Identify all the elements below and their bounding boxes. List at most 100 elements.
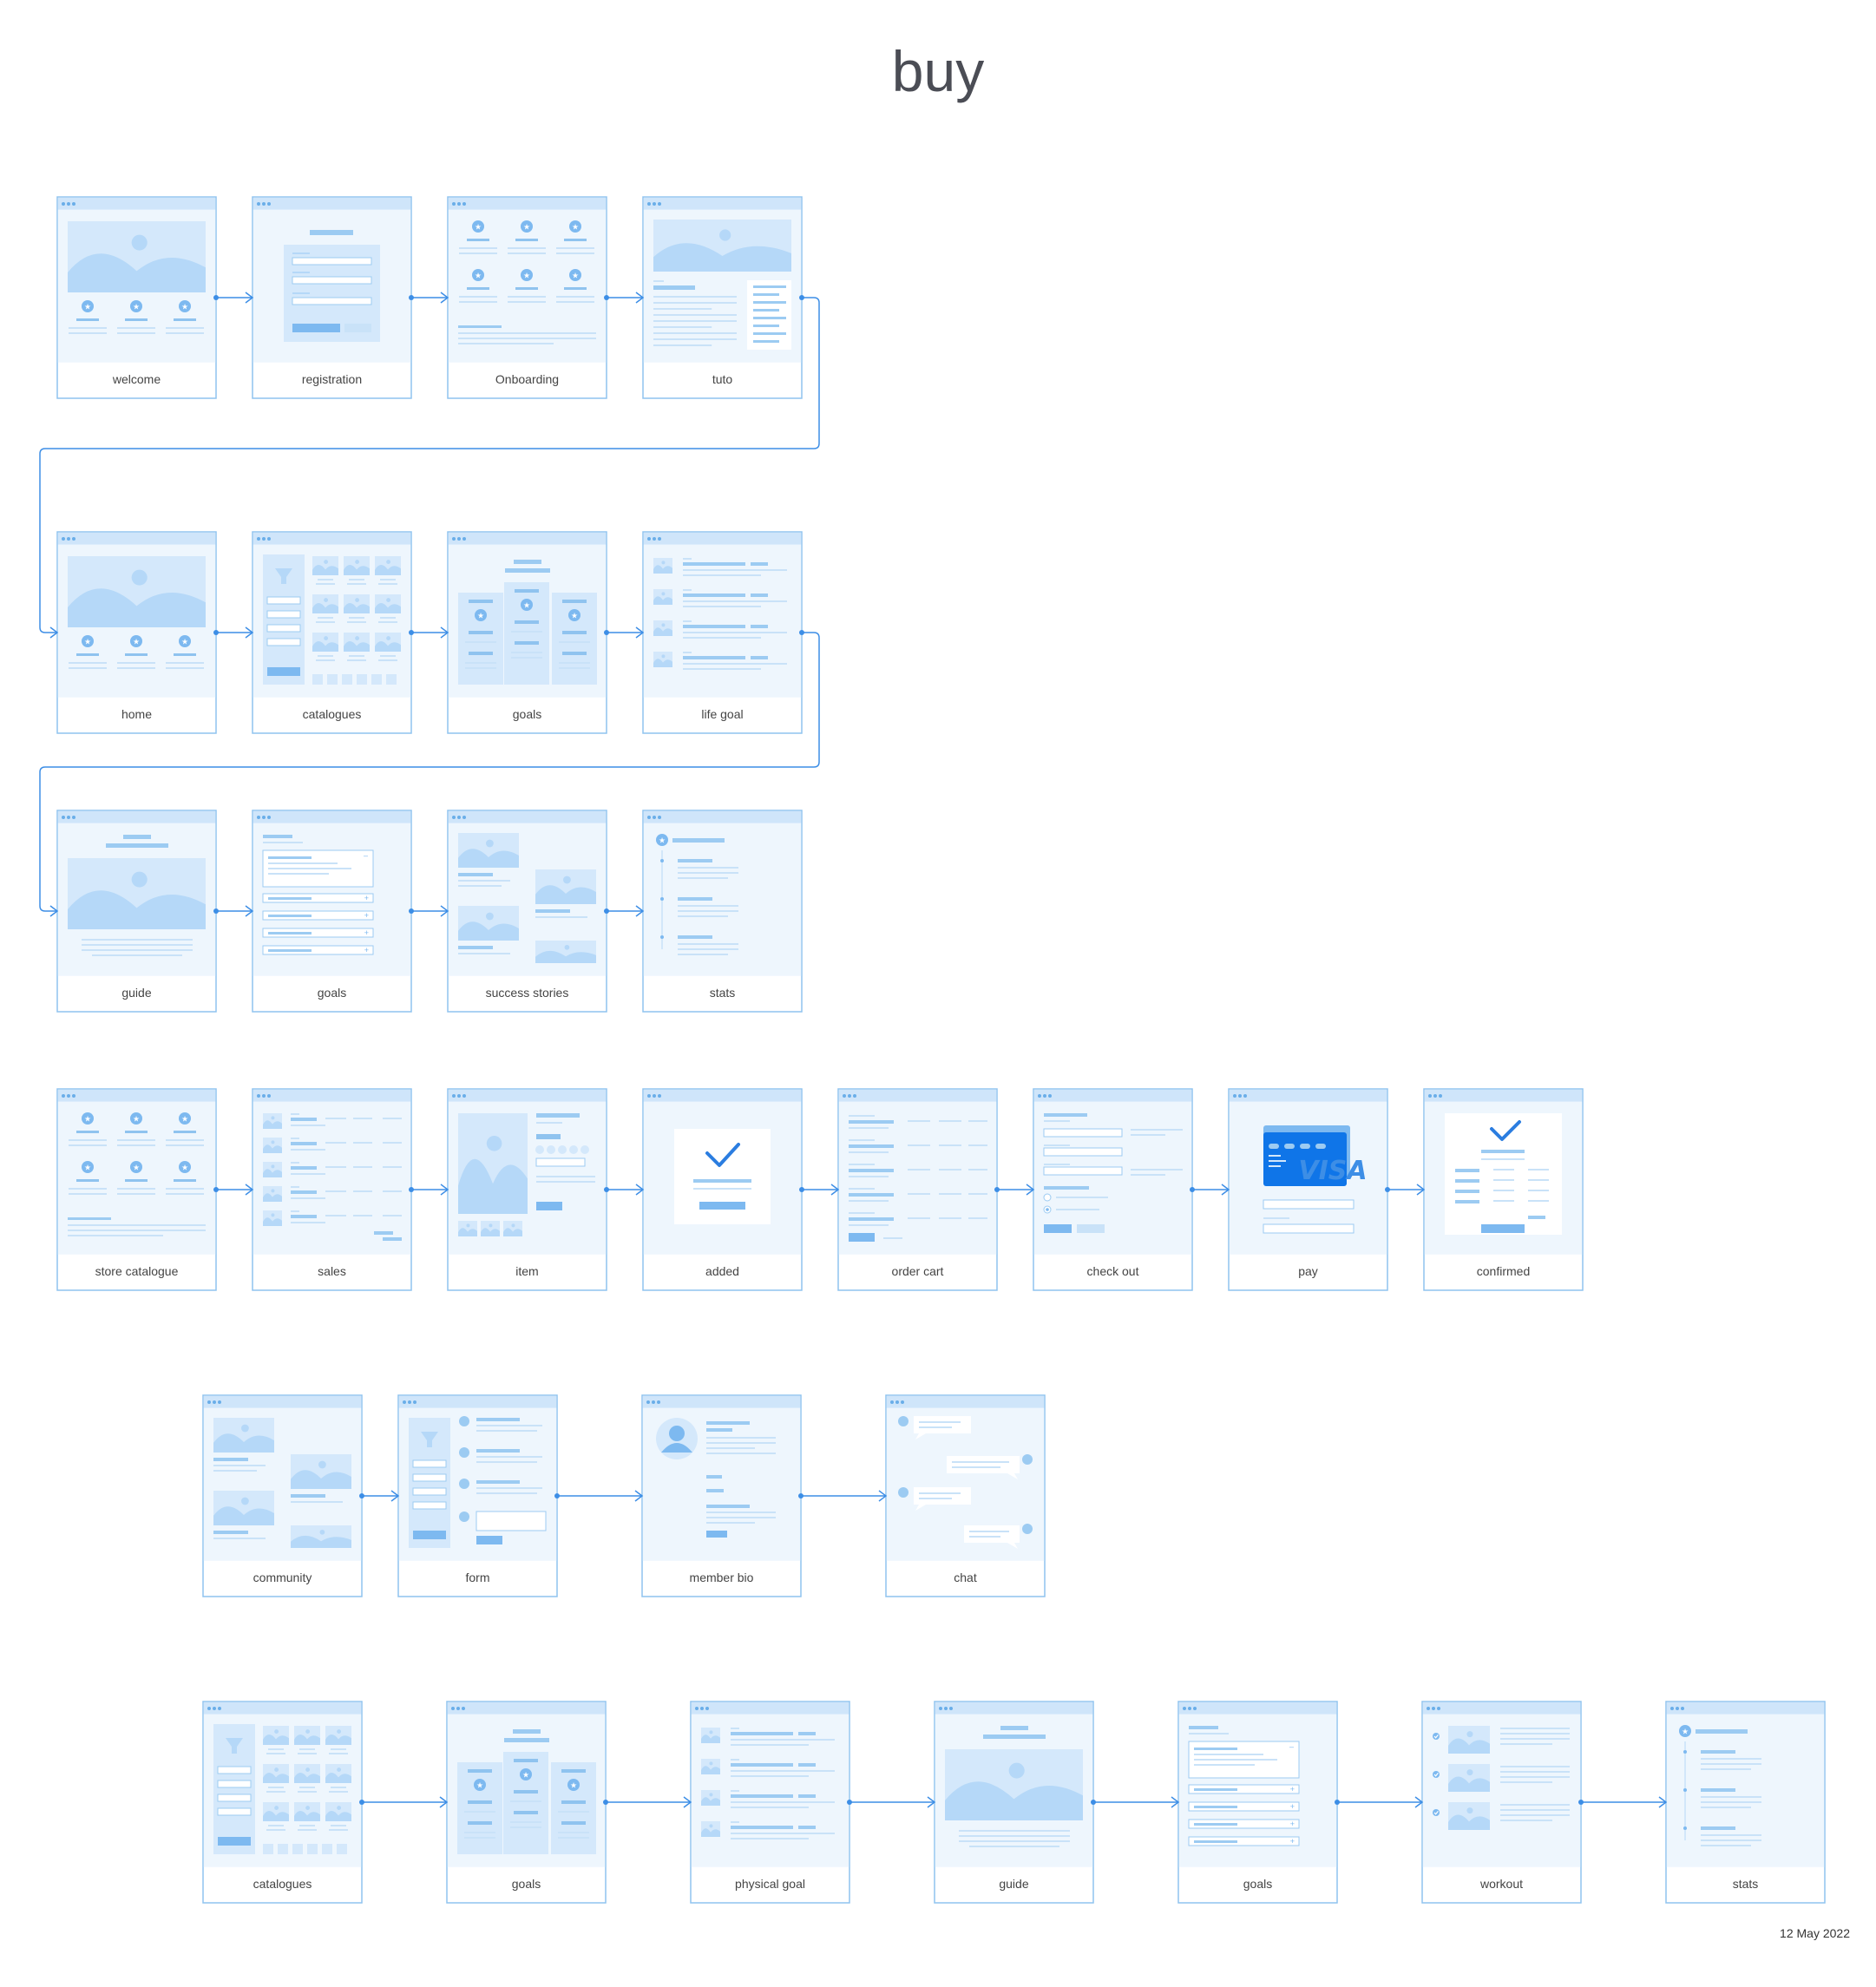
svg-text:★: ★	[133, 304, 140, 312]
date-stamp: 12 May 2022	[1780, 1926, 1850, 1940]
screen-label: stats	[710, 986, 736, 1000]
svg-text:★: ★	[133, 639, 140, 647]
screen-card-added[interactable]: added	[642, 1088, 803, 1291]
screen-card-order-cart[interactable]: order cart	[837, 1088, 998, 1291]
screen-label: check out	[1087, 1264, 1139, 1278]
screen-label: community	[253, 1571, 312, 1584]
svg-text:★: ★	[570, 1782, 577, 1791]
screen-label: catalogues	[253, 1877, 312, 1891]
svg-text:★: ★	[522, 1772, 529, 1780]
svg-text:+: +	[1290, 1802, 1295, 1811]
screen-label: physical goal	[735, 1877, 805, 1891]
screen-card-sales[interactable]: sales	[252, 1088, 412, 1291]
svg-text:+: +	[1290, 1837, 1295, 1846]
screen-card-guide[interactable]: guide	[934, 1701, 1094, 1904]
screen-card-check-out[interactable]: check out	[1033, 1088, 1193, 1291]
svg-text:★: ★	[523, 272, 530, 281]
screen-card-member-bio[interactable]: member bio	[641, 1394, 802, 1597]
screen-card-chat[interactable]: chat	[885, 1394, 1046, 1597]
screen-label: success stories	[486, 986, 569, 1000]
screen-label: workout	[1479, 1877, 1523, 1891]
svg-text:★: ★	[181, 304, 188, 312]
accordion-thumbnail-icon: – + + + +	[262, 835, 374, 955]
screen-label: goals	[1243, 1877, 1272, 1891]
screen-card-workout[interactable]: workout	[1421, 1701, 1582, 1904]
screen-label: pay	[1298, 1264, 1318, 1278]
svg-text:★: ★	[1682, 1728, 1689, 1737]
svg-text:+: +	[364, 928, 369, 937]
screen-label: guide	[999, 1877, 1028, 1891]
screen-card-goals[interactable]: ★ ★ ★ goals	[446, 1701, 607, 1904]
accordion-thumbnail-icon: – + + + +	[1188, 1726, 1300, 1846]
screen-card-pay[interactable]: VISA pay	[1228, 1088, 1388, 1291]
screen-card-goals[interactable]: ★ ★ ★ goals	[447, 531, 607, 734]
screen-card-store-catalogue[interactable]: ★ ★ ★ ★ ★ ★ store catalogue	[56, 1088, 217, 1291]
screen-label: item	[515, 1264, 538, 1278]
svg-text:VISA: VISA	[1298, 1156, 1367, 1186]
screen-card-item[interactable]: item	[447, 1088, 607, 1291]
svg-text:+: +	[1290, 1785, 1295, 1794]
svg-text:★: ★	[475, 224, 482, 233]
screen-label: confirmed	[1477, 1264, 1530, 1278]
screen-label: member bio	[690, 1571, 754, 1584]
screen-card-goals[interactable]: – + + + + goals	[1177, 1701, 1338, 1904]
screen-label: goals	[318, 986, 346, 1000]
svg-text:★: ★	[133, 1116, 140, 1125]
screen-label: life goal	[701, 707, 743, 721]
screen-card-home[interactable]: ★ ★ ★ home	[56, 531, 217, 734]
screen-label: goals	[513, 707, 541, 721]
svg-text:★: ★	[477, 613, 484, 621]
svg-text:+: +	[364, 946, 369, 954]
screen-label: goals	[512, 1877, 541, 1891]
svg-text:★: ★	[523, 602, 530, 611]
screen-card-stats[interactable]: ★ stats	[642, 810, 803, 1013]
svg-text:★: ★	[523, 224, 530, 233]
screen-label: guide	[121, 986, 151, 1000]
check-dialog-thumbnail-icon	[674, 1129, 771, 1224]
screen-label: tuto	[712, 372, 733, 386]
svg-text:★: ★	[133, 1164, 140, 1173]
screen-card-community[interactable]: community	[202, 1394, 363, 1597]
screen-card-stats[interactable]: ★ stats	[1665, 1701, 1826, 1904]
screen-label: home	[121, 707, 152, 721]
svg-text:★: ★	[659, 837, 666, 846]
screen-label: added	[705, 1264, 739, 1278]
screen-card-form[interactable]: form	[397, 1394, 558, 1597]
screen-label: form	[466, 1571, 490, 1584]
svg-text:★: ★	[572, 272, 579, 281]
screen-card-catalogues[interactable]: catalogues	[252, 531, 412, 734]
svg-text:+: +	[364, 911, 369, 920]
screen-label: stats	[1733, 1877, 1759, 1891]
screen-card-physical-goal[interactable]: physical goal	[690, 1701, 850, 1904]
receipt-check-thumbnail-icon	[1445, 1113, 1562, 1235]
screen-label: welcome	[112, 372, 161, 386]
svg-text:+: +	[364, 894, 369, 902]
form-thumbnail-icon	[284, 230, 380, 342]
screen-card-welcome[interactable]: ★ ★ ★ welcome	[56, 196, 217, 399]
screen-card-goals[interactable]: – + + + + goals	[252, 810, 412, 1013]
svg-text:★: ★	[84, 304, 91, 312]
screen-label: sales	[318, 1264, 346, 1278]
svg-text:★: ★	[84, 1164, 91, 1173]
screen-label: catalogues	[303, 707, 362, 721]
screen-card-success-stories[interactable]: success stories	[447, 810, 607, 1013]
screen-card-guide[interactable]: guide	[56, 810, 217, 1013]
flow-diagram: ★ ★ ★ welcome registration ★ ★ ★ ★ ★ ★ Onboarding tu…	[39, 196, 1826, 1904]
svg-text:★: ★	[476, 1782, 483, 1791]
screen-label: Onboarding	[495, 372, 559, 386]
svg-text:★: ★	[181, 1164, 188, 1173]
svg-text:★: ★	[84, 1116, 91, 1125]
screen-card-registration[interactable]: registration	[252, 196, 412, 399]
svg-text:★: ★	[572, 224, 579, 233]
svg-text:★: ★	[181, 1116, 188, 1125]
svg-text:★: ★	[84, 639, 91, 647]
svg-text:★: ★	[475, 272, 482, 281]
svg-text:–: –	[1289, 1742, 1294, 1751]
screen-card-onboarding[interactable]: ★ ★ ★ ★ ★ ★ Onboarding	[447, 196, 607, 399]
screen-card-confirmed[interactable]: confirmed	[1423, 1088, 1584, 1291]
screen-label: store catalogue	[95, 1264, 179, 1278]
svg-text:–: –	[364, 851, 368, 860]
screen-card-life-goal[interactable]: life goal	[642, 531, 803, 734]
screen-card-tuto[interactable]: tuto	[642, 196, 803, 399]
screen-card-catalogues[interactable]: catalogues	[202, 1701, 363, 1904]
